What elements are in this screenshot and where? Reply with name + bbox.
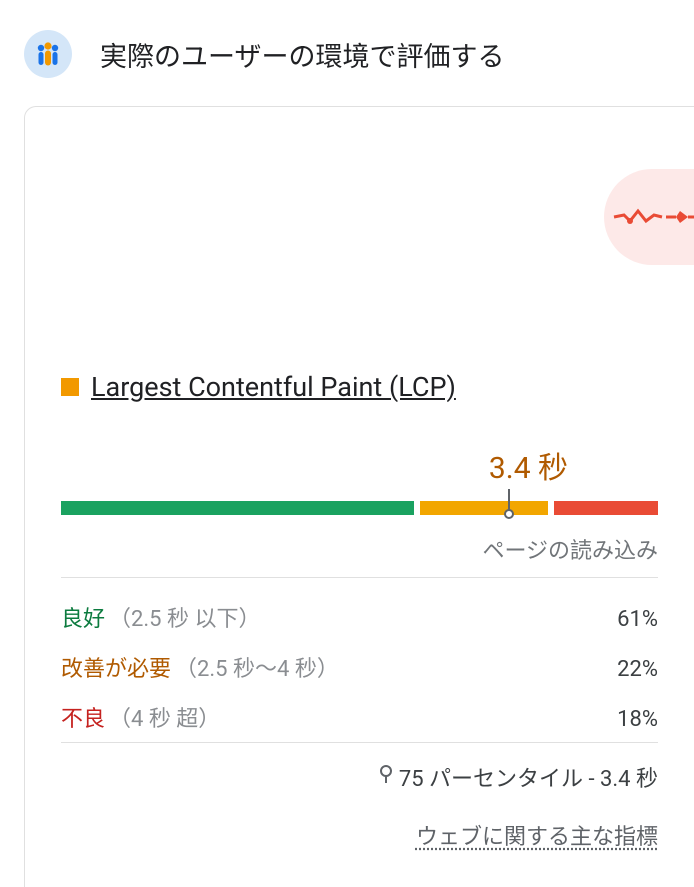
pin-icon bbox=[379, 765, 393, 789]
breakdown-label: 良好 bbox=[61, 601, 105, 633]
dist-segment-poor bbox=[554, 501, 658, 515]
breakdown-label: 改善が必要 bbox=[61, 651, 171, 683]
metric-subtitle: ページの読み込み bbox=[61, 533, 658, 565]
users-icon bbox=[24, 30, 72, 78]
metric-section: Largest Contentful Paint (LCP) 3.4 秒 ページ… bbox=[61, 371, 658, 851]
status-square-icon bbox=[61, 378, 79, 396]
link-row: ウェブに関する主な指標 bbox=[61, 819, 658, 851]
distribution-bar bbox=[61, 501, 658, 515]
breakdown-row-good: 良好 （2.5 秒 以下） 61% bbox=[61, 592, 658, 642]
footnote-text: 75 パーセンタイル - 3.4 秒 bbox=[399, 761, 658, 793]
metric-value: 3.4 秒 bbox=[489, 451, 568, 486]
header-title: 実際のユーザーの環境で評価する bbox=[100, 35, 504, 74]
breakdown-list: 良好 （2.5 秒 以下） 61% 改善が必要 （2.5 秒～4 秒） 22% … bbox=[61, 592, 658, 742]
dist-segment-needs-improvement bbox=[420, 501, 547, 515]
metric-title-link[interactable]: Largest Contentful Paint (LCP) bbox=[91, 371, 456, 403]
trend-badge bbox=[604, 169, 694, 265]
divider bbox=[61, 577, 658, 578]
percentile-marker-icon bbox=[503, 489, 515, 527]
divider bbox=[61, 742, 658, 743]
trend-line-icon bbox=[604, 197, 694, 237]
breakdown-pct: 18% bbox=[617, 707, 658, 732]
metric-card: Largest Contentful Paint (LCP) 3.4 秒 ページ… bbox=[24, 106, 694, 887]
breakdown-pct: 22% bbox=[617, 657, 658, 682]
breakdown-row-ni: 改善が必要 （2.5 秒～4 秒） 22% bbox=[61, 642, 658, 692]
metric-value-row: 3.4 秒 bbox=[61, 443, 658, 487]
header: 実際のユーザーの環境で評価する bbox=[0, 0, 694, 106]
breakdown-label: 不良 bbox=[61, 701, 105, 733]
web-vitals-link[interactable]: ウェブに関する主な指標 bbox=[416, 825, 658, 850]
breakdown-range: （2.5 秒 以下） bbox=[109, 601, 260, 633]
metric-title-row: Largest Contentful Paint (LCP) bbox=[61, 371, 658, 403]
breakdown-row-poor: 不良 （4 秒 超） 18% bbox=[61, 692, 658, 742]
percentile-footnote: 75 パーセンタイル - 3.4 秒 bbox=[61, 761, 658, 793]
dist-segment-good bbox=[61, 501, 414, 515]
breakdown-range: （4 秒 超） bbox=[109, 701, 220, 733]
breakdown-range: （2.5 秒～4 秒） bbox=[175, 651, 339, 683]
breakdown-pct: 61% bbox=[617, 607, 658, 632]
